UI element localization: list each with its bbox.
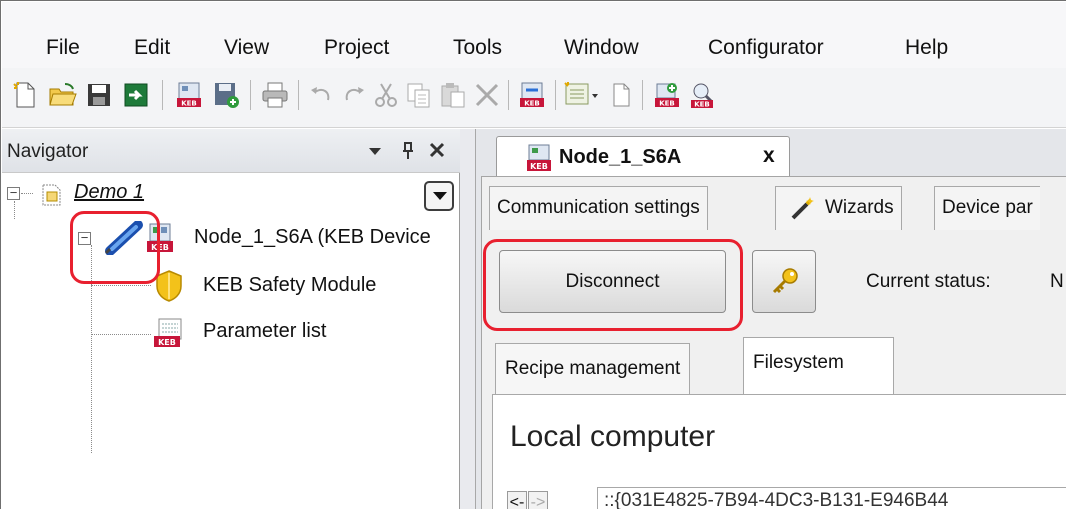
svg-text:KEB: KEB	[530, 162, 548, 171]
tab-wizards-label: Wizards	[825, 197, 894, 218]
highlight-disconnect-button	[483, 239, 743, 331]
back-button[interactable]: <-	[507, 491, 527, 509]
tab-close-button[interactable]: x	[763, 144, 775, 168]
close-icon[interactable]	[429, 142, 445, 158]
tree-item-parameter-list[interactable]: Parameter list	[203, 320, 326, 343]
import-icon[interactable]	[121, 80, 151, 110]
navigator-panel: Navigator − Demo 1 − KEB Node_1_S6A (KEB…	[2, 129, 460, 509]
menu-file[interactable]: File	[46, 36, 80, 60]
local-computer-heading: Local computer	[510, 420, 716, 453]
pin-icon[interactable]	[401, 141, 415, 161]
key-button[interactable]	[752, 250, 816, 313]
navigator-header: Navigator	[2, 129, 460, 173]
tab-node-1-s6a[interactable]: KEB Node_1_S6A x	[496, 136, 790, 177]
menu-configurator[interactable]: Configurator	[708, 36, 824, 60]
delete-icon[interactable]	[472, 80, 502, 110]
tree-scroll-dropdown-button[interactable]	[424, 181, 454, 211]
tab-communication-settings[interactable]: Communication settings	[489, 186, 708, 230]
menu-project[interactable]: Project	[324, 36, 389, 60]
panel-splitter[interactable]	[460, 129, 476, 509]
tab-device-parameters[interactable]: Device par	[934, 186, 1040, 230]
cut-icon[interactable]	[371, 80, 401, 110]
status-value: N	[1050, 271, 1064, 292]
filesystem-panel: Local computer <- -> ::{031E4825-7B94-4D…	[492, 394, 1066, 509]
document-icon[interactable]	[606, 80, 636, 110]
parameter-list-icon: KEB	[154, 318, 182, 347]
svg-text:KEB: KEB	[659, 100, 675, 108]
navigator-title: Navigator	[7, 141, 89, 162]
menu-edit[interactable]: Edit	[134, 36, 170, 60]
menu-bar: File Edit View Project Tools Window Conf…	[2, 2, 1066, 68]
toolbar: KEB KEB KEB KEB	[2, 68, 1066, 128]
application-window: File Edit View Project Tools Window Conf…	[0, 0, 1066, 509]
status-label: Current status:	[866, 271, 991, 292]
tree-item-project[interactable]: Demo 1	[74, 181, 144, 204]
tree-collapse-toggle[interactable]: −	[7, 186, 20, 200]
svg-text:KEB: KEB	[694, 101, 710, 109]
menu-tools[interactable]: Tools	[453, 36, 502, 60]
device-editor: Communication settings Wizards Device pa…	[481, 176, 1066, 509]
tree-item-node[interactable]: Node_1_S6A (KEB Device	[194, 226, 431, 249]
keb-save-icon[interactable]	[211, 80, 241, 110]
paste-icon[interactable]	[438, 80, 468, 110]
highlight-connection-icon	[70, 211, 160, 284]
save-icon[interactable]	[84, 80, 114, 110]
panel-menu-icon[interactable]	[368, 145, 382, 157]
keb-search-icon[interactable]: KEB	[688, 80, 718, 110]
forward-button[interactable]: ->	[528, 491, 548, 509]
tree-item-safety-module[interactable]: KEB Safety Module	[203, 274, 376, 297]
menu-help[interactable]: Help	[905, 36, 948, 60]
tab-wizards[interactable]: Wizards	[775, 186, 902, 230]
keb-device-icon[interactable]: KEB	[174, 80, 204, 110]
key-icon	[772, 268, 798, 294]
tab-label: Node_1_S6A	[559, 146, 682, 168]
path-input[interactable]: ::{031E4825-7B94-4DC3-B131-E946B44	[597, 487, 1066, 509]
wand-icon	[791, 197, 814, 220]
redo-icon[interactable]	[339, 80, 369, 110]
svg-text:KEB: KEB	[181, 100, 197, 108]
undo-icon[interactable]	[306, 80, 336, 110]
print-icon[interactable]	[260, 80, 290, 110]
new-file-icon[interactable]	[10, 80, 40, 110]
svg-text:KEB: KEB	[158, 338, 176, 347]
tab-recipe-management[interactable]: Recipe management	[495, 343, 691, 395]
keb-connect-icon[interactable]: KEB	[517, 80, 547, 110]
project-icon	[42, 184, 61, 206]
svg-text:KEB: KEB	[524, 100, 540, 108]
menu-window[interactable]: Window	[564, 36, 639, 60]
tab-filesystem[interactable]: Filesystem	[743, 337, 894, 395]
menu-view[interactable]: View	[224, 36, 269, 60]
copy-icon[interactable]	[404, 80, 434, 110]
keb-device-tab-icon: KEB	[527, 144, 551, 171]
keb-add-icon[interactable]: KEB	[652, 80, 682, 110]
keb-module-dropdown-icon[interactable]	[563, 80, 601, 110]
open-folder-icon[interactable]	[47, 80, 77, 110]
